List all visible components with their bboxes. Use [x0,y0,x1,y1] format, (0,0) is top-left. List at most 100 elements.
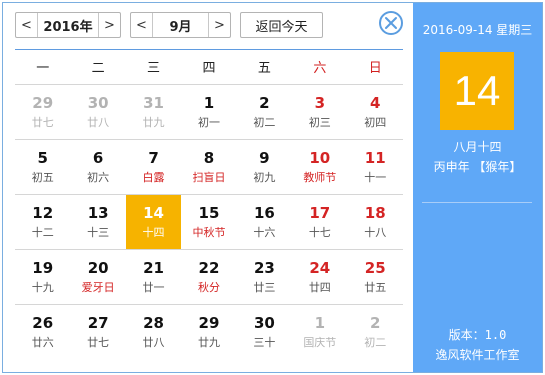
weekday-label: 二 [91,61,105,76]
day-cell[interactable]: 16 十六 [237,195,292,249]
week-row: 12 十二 13 十三 14 十四 15 中秋节 16 十六 17 十七 18 十八 [15,194,403,249]
day-cell[interactable]: 22 秋分 [181,250,236,304]
day-number: 22 [198,258,220,277]
day-cell[interactable]: 30 廿八 [70,85,125,139]
lunar-label: 廿九 [197,335,220,349]
day-cell[interactable]: 31 廿九 [126,85,181,139]
info-panel: 2016-09-14 星期三 14 八月十四 丙申年 【猴年】 版本：1.0 逸… [413,3,542,372]
day-number: 19 [32,258,54,277]
month-value[interactable]: 9月 [153,13,208,37]
year-selector: < 2016年 > [15,12,121,38]
lunar-label: 十七 [308,225,331,239]
lunar-label: 秋分 [197,280,220,294]
day-cell[interactable]: 19 十九 [15,250,70,304]
day-cell[interactable]: 15 中秋节 [181,195,236,249]
year-value[interactable]: 2016年 [38,13,98,37]
day-cell[interactable]: 1 初一 [181,85,236,139]
day-cell[interactable]: 27 廿七 [70,305,125,359]
day-cell[interactable]: 2 初二 [237,85,292,139]
day-cell[interactable]: 28 廿八 [126,305,181,359]
prev-month-button[interactable]: < [131,13,153,37]
day-cell[interactable]: 2 初二 [348,305,403,359]
ganzhi-year: 丙申年 【猴年】 [433,160,522,174]
day-number: 21 [143,258,164,277]
day-cell[interactable]: 29 廿九 [181,305,236,359]
prev-year-button[interactable]: < [16,13,38,37]
day-cell[interactable]: 26 廿六 [15,305,70,359]
day-cell[interactable]: 11 十一 [348,140,403,194]
weekday-label: 三 [147,61,161,76]
next-year-button[interactable]: > [98,13,120,37]
day-number: 13 [87,203,109,222]
day-cell[interactable]: 5 初五 [15,140,70,194]
day-cell[interactable]: 30 三十 [237,305,292,359]
lunar-label: 廿八 [142,335,165,349]
day-number: 29 [198,313,220,332]
lunar-date: 八月十四 [453,140,502,154]
day-number: 23 [253,258,275,277]
day-cell-selected[interactable]: 14 十四 [125,195,182,249]
day-number: 14 [143,203,164,222]
day-cell[interactable]: 3 初三 [292,85,347,139]
day-number: 24 [309,258,331,277]
lunar-label: 廿一 [142,280,165,294]
next-month-button[interactable]: > [208,13,230,37]
day-cell[interactable]: 24 廿四 [292,250,347,304]
day-number: 7 [148,148,159,167]
back-to-today-button[interactable]: 返回今天 [240,12,323,38]
day-cell[interactable]: 12 十二 [15,195,70,249]
day-number: 12 [32,203,54,222]
close-button[interactable] [379,11,403,35]
day-cell[interactable]: 25 廿五 [348,250,403,304]
lunar-label: 十三 [87,225,110,239]
weekday-label: 五 [257,61,271,76]
lunar-label: 十八 [364,225,387,239]
day-cell[interactable]: 8 扫盲日 [181,140,236,194]
day-cell[interactable]: 29 廿七 [15,85,70,139]
day-number: 30 [87,93,109,112]
day-cell[interactable]: 10 教师节 [292,140,347,194]
version-label: 版本：1.0 [448,328,507,342]
lunar-label: 初九 [253,170,276,184]
day-cell[interactable]: 13 十三 [70,195,125,249]
day-number: 1 [203,93,215,112]
day-number: 18 [364,203,386,222]
lunar-label: 初二 [364,335,387,349]
day-number: 15 [198,203,220,222]
day-number: 9 [259,148,270,167]
day-cell[interactable]: 6 初六 [70,140,125,194]
lunar-label: 廿九 [142,115,165,129]
header-divider [15,49,403,50]
lunar-label: 十二 [31,225,54,239]
day-cell[interactable]: 23 廿三 [237,250,292,304]
day-cell[interactable]: 4 初四 [348,85,403,139]
lunar-label: 十四 [142,225,165,239]
lunar-label: 三十 [253,335,276,349]
day-cell[interactable]: 17 十七 [292,195,347,249]
day-cell[interactable]: 9 初九 [237,140,292,194]
lunar-label: 廿三 [253,280,276,294]
selected-day-tile: 14 [440,52,514,130]
day-cell[interactable]: 18 十八 [348,195,403,249]
week-row: 29 廿七 30 廿八 31 廿九 1 初一 2 初二 3 初三 4 初四 [15,84,403,139]
day-cell[interactable]: 20 爱牙日 [70,250,125,304]
day-number: 29 [32,93,54,112]
lunar-label: 初六 [87,170,110,184]
day-number: 20 [87,258,109,277]
day-cell[interactable]: 21 廿一 [126,250,181,304]
weekday-header: 一 二 三 四 五 六 日 [15,54,403,84]
panel-divider [422,202,532,203]
day-cell[interactable]: 1 国庆节 [292,305,347,359]
day-number: 6 [92,148,104,167]
weekday-label: 四 [202,61,216,76]
day-number: 16 [253,203,275,222]
day-number: 10 [309,148,331,167]
day-number: 2 [259,93,270,112]
day-number: 31 [143,93,164,112]
day-number: 30 [253,313,275,332]
lunar-label: 初二 [253,115,276,129]
lunar-label: 爱牙日 [81,280,115,294]
day-cell[interactable]: 7 白露 [126,140,181,194]
day-number: 2 [370,313,381,332]
day-number: 26 [32,313,54,332]
